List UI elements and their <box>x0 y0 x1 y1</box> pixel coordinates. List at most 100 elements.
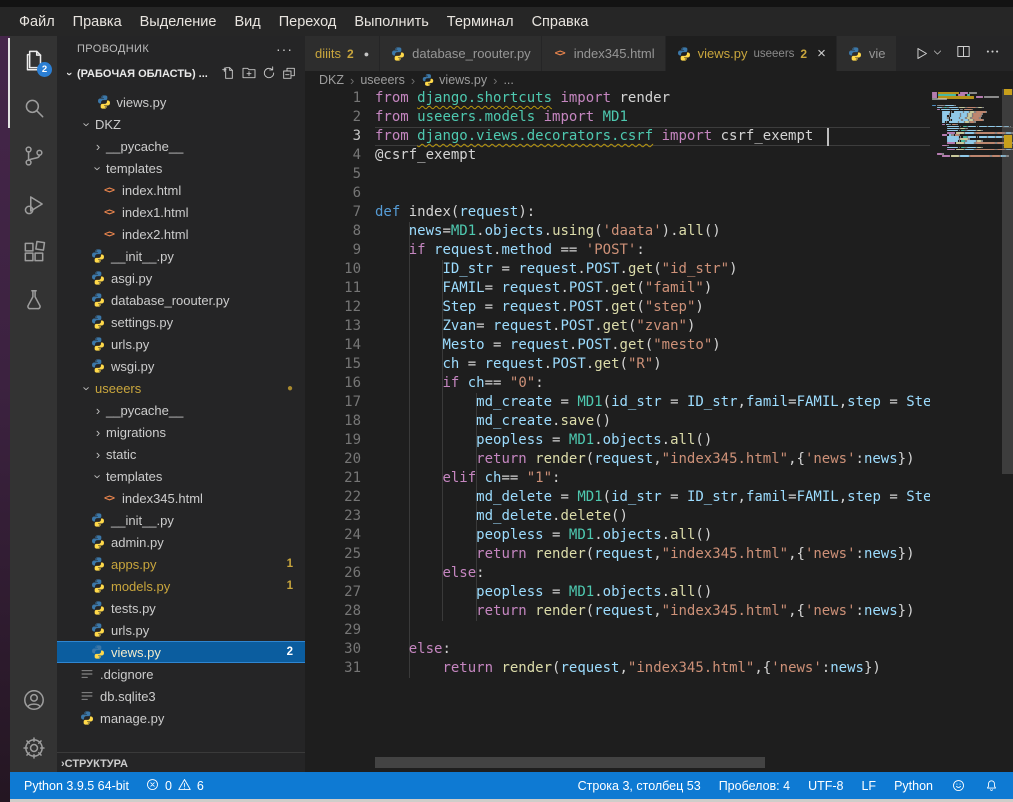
code-line-10[interactable]: 10 ID_str = request.POST.get("id_str") <box>305 260 1013 279</box>
code-line-22[interactable]: 22 md_delete = MD1(id_str = ID_str,famil… <box>305 488 1013 507</box>
breadcrumb-views.py[interactable]: views.py <box>421 73 487 87</box>
code-line-7[interactable]: 7def index(request): <box>305 203 1013 222</box>
tab-vie[interactable]: vie <box>837 36 896 71</box>
eol-status[interactable]: LF <box>861 779 876 793</box>
encoding-status[interactable]: UTF-8 <box>808 779 843 793</box>
tree-item-wsgi.py[interactable]: wsgi.py <box>57 355 305 377</box>
tree-item-models.py[interactable]: models.py1 <box>57 575 305 597</box>
code-line-30[interactable]: 30 else: <box>305 640 1013 659</box>
code-line-24[interactable]: 24 peopless = MD1.objects.all() <box>305 526 1013 545</box>
code-line-15[interactable]: 15 ch = request.POST.get("R") <box>305 355 1013 374</box>
tree-item-index2.html[interactable]: <>index2.html <box>57 223 305 245</box>
menu-Правка[interactable]: Правка <box>64 7 131 36</box>
code-line-29[interactable]: 29 <box>305 621 1013 640</box>
tree-item-apps.py[interactable]: apps.py1 <box>57 553 305 575</box>
python-interpreter-status[interactable]: Python 3.9.5 64-bit <box>24 779 129 793</box>
tree-item-__init__.py[interactable]: __init__.py <box>57 245 305 267</box>
tree-item-asgi.py[interactable]: asgi.py <box>57 267 305 289</box>
tree-item-migrations[interactable]: ›migrations <box>57 421 305 443</box>
code-line-25[interactable]: 25 return render(request,"index345.html"… <box>305 545 1013 564</box>
code-line-20[interactable]: 20 return render(request,"index345.html"… <box>305 450 1013 469</box>
more-actions-icon[interactable] <box>984 43 1001 65</box>
tree-item-views.py[interactable]: views.py <box>57 91 305 113</box>
outline-section-header[interactable]: › СТРУКТУРА <box>57 752 305 772</box>
code-line-23[interactable]: 23 md_delete.delete() <box>305 507 1013 526</box>
tree-item-index1.html[interactable]: <>index1.html <box>57 201 305 223</box>
tree-item-templates[interactable]: ›templates <box>57 465 305 487</box>
notifications-bell-icon[interactable] <box>984 778 999 793</box>
refresh-icon[interactable] <box>261 65 277 84</box>
menu-Справка[interactable]: Справка <box>523 7 598 36</box>
activity-run-debug[interactable] <box>10 180 57 228</box>
menu-Вид[interactable]: Вид <box>225 7 269 36</box>
workspace-section-header[interactable]: › (РАБОЧАЯ ОБЛАСТЬ) ... <box>57 62 305 86</box>
code-line-6[interactable]: 6 <box>305 184 1013 203</box>
code-line-28[interactable]: 28 return render(request,"index345.html"… <box>305 602 1013 621</box>
tree-item-DKZ[interactable]: ›DKZ <box>57 113 305 135</box>
tree-item-__init__.py[interactable]: __init__.py <box>57 509 305 531</box>
code-line-3[interactable]: 3from django.views.decorators.csrf impor… <box>305 127 1013 146</box>
tree-item-database_roouter.py[interactable]: database_roouter.py <box>57 289 305 311</box>
code-line-26[interactable]: 26 else: <box>305 564 1013 583</box>
activity-testing[interactable] <box>10 276 57 324</box>
code-line-1[interactable]: 1from django.shortcuts import render <box>305 89 1013 108</box>
code-line-5[interactable]: 5 <box>305 165 1013 184</box>
problems-status[interactable]: 0 6 <box>145 777 204 795</box>
run-python-file-button[interactable] <box>913 45 943 63</box>
menu-Файл[interactable]: Файл <box>10 7 64 36</box>
tab-database_roouter.py[interactable]: database_roouter.py <box>380 36 541 71</box>
code-line-19[interactable]: 19 peopless = MD1.objects.all() <box>305 431 1013 450</box>
tab-views.py[interactable]: views.pyuseeers2× <box>666 36 836 71</box>
split-editor-button[interactable] <box>955 43 972 65</box>
tree-item-.dcignore[interactable]: .dcignore <box>57 663 305 685</box>
activity-search[interactable] <box>10 84 57 132</box>
activity-settings[interactable] <box>10 724 57 772</box>
menu-Выделение[interactable]: Выделение <box>131 7 226 36</box>
tree-item-db.sqlite3[interactable]: db.sqlite3 <box>57 685 305 707</box>
menu-Терминал[interactable]: Терминал <box>438 7 523 36</box>
tree-item-urls.py[interactable]: urls.py <box>57 619 305 641</box>
activity-accounts[interactable] <box>10 676 57 724</box>
code-line-21[interactable]: 21 elif ch== "1": <box>305 469 1013 488</box>
code-line-18[interactable]: 18 md_create.save() <box>305 412 1013 431</box>
new-folder-icon[interactable] <box>241 65 257 84</box>
feedback-icon[interactable] <box>951 778 966 793</box>
code-line-12[interactable]: 12 Step = request.POST.get("step") <box>305 298 1013 317</box>
menu-Выполнить[interactable]: Выполнить <box>345 7 437 36</box>
code-line-8[interactable]: 8 news=MD1.objects.using('daata').all() <box>305 222 1013 241</box>
activity-source-control[interactable] <box>10 132 57 180</box>
horizontal-scrollbar[interactable] <box>375 757 765 768</box>
more-actions-icon[interactable]: ··· <box>276 41 293 57</box>
activity-extensions[interactable] <box>10 228 57 276</box>
minimap[interactable] <box>930 89 1003 772</box>
breadcrumb-...[interactable]: ... <box>503 73 513 87</box>
tree-item-__pycache__[interactable]: ›__pycache__ <box>57 135 305 157</box>
code-line-31[interactable]: 31 return render(request,"index345.html"… <box>305 659 1013 678</box>
tab-diiits[interactable]: diiits2● <box>305 36 379 71</box>
code-line-9[interactable]: 9 if request.method == 'POST': <box>305 241 1013 260</box>
language-mode-status[interactable]: Python <box>894 779 933 793</box>
tree-item-settings.py[interactable]: settings.py <box>57 311 305 333</box>
tree-item-index.html[interactable]: <>index.html <box>57 179 305 201</box>
chevron-down-icon[interactable] <box>932 45 943 63</box>
code-editor[interactable]: 1from django.shortcuts import render2fro… <box>305 89 1013 772</box>
code-line-16[interactable]: 16 if ch== "0": <box>305 374 1013 393</box>
code-line-17[interactable]: 17 md_create = MD1(id_str = ID_str,famil… <box>305 393 1013 412</box>
tree-item-admin.py[interactable]: admin.py <box>57 531 305 553</box>
tree-item-index345.html[interactable]: <>index345.html <box>57 487 305 509</box>
close-icon[interactable]: × <box>817 45 826 62</box>
tree-item-views.py[interactable]: views.py2 <box>57 641 305 663</box>
code-line-11[interactable]: 11 FAMIL= request.POST.get("famil") <box>305 279 1013 298</box>
tab-index345.html[interactable]: <>index345.html <box>542 36 665 71</box>
code-line-13[interactable]: 13 Zvan= request.POST.get("zvan") <box>305 317 1013 336</box>
code-line-4[interactable]: 4@csrf_exempt <box>305 146 1013 165</box>
activity-explorer[interactable]: 2 <box>10 36 57 84</box>
code-line-2[interactable]: 2from useeers.models import MD1 <box>305 108 1013 127</box>
tree-item-static[interactable]: ›static <box>57 443 305 465</box>
breadcrumb-useeers[interactable]: useeers <box>360 73 404 87</box>
indentation-status[interactable]: Пробелов: 4 <box>719 779 790 793</box>
breadcrumb-DKZ[interactable]: DKZ <box>319 73 344 87</box>
tree-item-urls.py[interactable]: urls.py <box>57 333 305 355</box>
code-line-14[interactable]: 14 Mesto = request.POST.get("mesto") <box>305 336 1013 355</box>
tree-item-manage.py[interactable]: manage.py <box>57 707 305 729</box>
